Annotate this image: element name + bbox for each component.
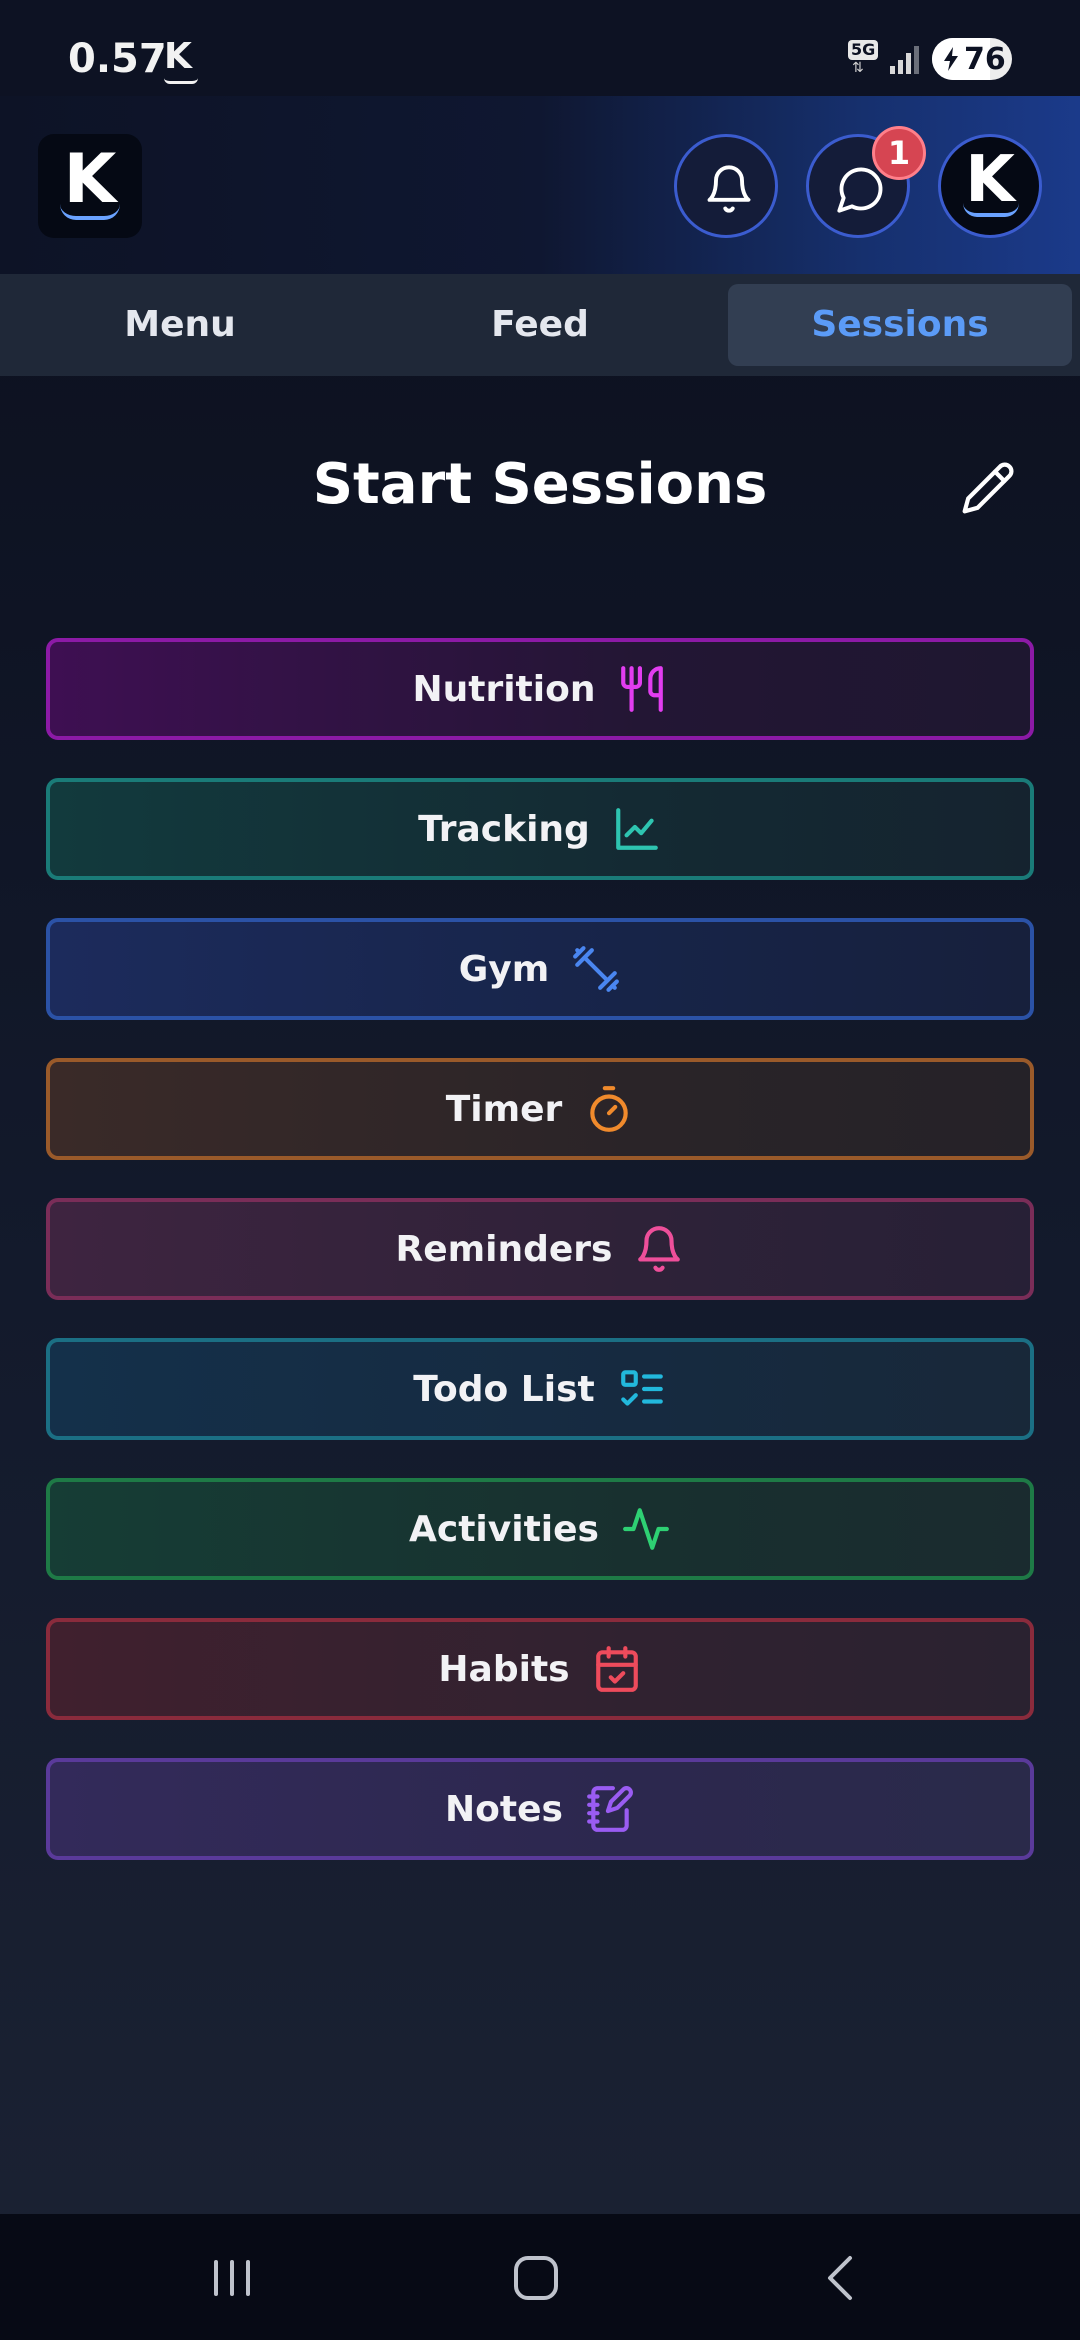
app-logo-underline <box>60 204 120 220</box>
session-button-tracking[interactable]: Tracking <box>46 778 1034 880</box>
stopwatch-icon <box>590 1086 629 1132</box>
session-label: Timer <box>445 1088 563 1130</box>
home-icon[interactable] <box>506 2252 566 2304</box>
session-button-reminders[interactable]: Reminders <box>46 1198 1034 1300</box>
session-button-timer[interactable]: Timer <box>46 1058 1034 1160</box>
session-button-todo-list[interactable]: Todo List <box>46 1338 1034 1440</box>
session-label: Reminders <box>395 1228 613 1270</box>
utensils-icon <box>621 666 664 712</box>
session-button-nutrition[interactable]: Nutrition <box>46 638 1034 740</box>
tab-bar: Menu Feed Sessions <box>0 274 1080 376</box>
tab-feed[interactable]: Feed <box>366 284 714 366</box>
session-button-activities[interactable]: Activities <box>46 1478 1034 1580</box>
session-label: Activities <box>409 1508 599 1550</box>
system-nav-bar <box>0 2214 1080 2340</box>
app-logo[interactable]: K <box>38 134 142 238</box>
session-button-gym[interactable]: Gym <box>46 918 1034 1020</box>
tab-sessions[interactable]: Sessions <box>728 284 1072 366</box>
charging-icon <box>944 47 958 71</box>
notebook-pen-icon <box>587 1786 633 1832</box>
battery-indicator: 76 <box>932 38 1012 80</box>
network-type: 5G <box>848 40 879 60</box>
checklist-icon <box>620 1370 663 1406</box>
dumbbell-icon <box>573 946 620 992</box>
activity-icon <box>623 1508 669 1550</box>
tab-menu[interactable]: Menu <box>6 284 354 366</box>
back-icon[interactable] <box>810 2252 870 2304</box>
session-label: Gym <box>458 948 550 990</box>
session-label: Tracking <box>418 808 590 850</box>
bell-icon <box>638 1226 681 1272</box>
status-app-underline <box>164 78 198 84</box>
avatar-underline <box>963 203 1019 217</box>
status-app-indicator: K <box>164 36 192 77</box>
session-button-notes[interactable]: Notes <box>46 1758 1034 1860</box>
session-label: Nutrition <box>412 668 596 710</box>
data-arrows-icon: ⇅ <box>852 60 864 76</box>
bell-icon <box>707 165 751 213</box>
user-avatar[interactable]: K <box>938 134 1042 238</box>
calendar-check-icon <box>595 1646 638 1692</box>
app-header: K 1 K <box>0 96 1080 274</box>
session-label: Todo List <box>413 1368 595 1410</box>
chart-line-icon <box>615 808 658 850</box>
battery-percent: 76 <box>964 42 1006 77</box>
notifications-button[interactable] <box>674 134 778 238</box>
signal-icon <box>890 46 919 74</box>
session-label: Notes <box>445 1788 563 1830</box>
session-label: Habits <box>438 1648 570 1690</box>
recents-icon[interactable] <box>202 2252 262 2304</box>
message-count-badge: 1 <box>872 126 926 180</box>
status-bar: 0.57 K 5G ⇅ 76 <box>0 0 1080 96</box>
edit-pencil-icon[interactable] <box>960 460 1016 516</box>
page-title: Start Sessions <box>312 452 768 517</box>
session-button-habits[interactable]: Habits <box>46 1618 1034 1720</box>
status-speed: 0.57 <box>68 36 167 82</box>
